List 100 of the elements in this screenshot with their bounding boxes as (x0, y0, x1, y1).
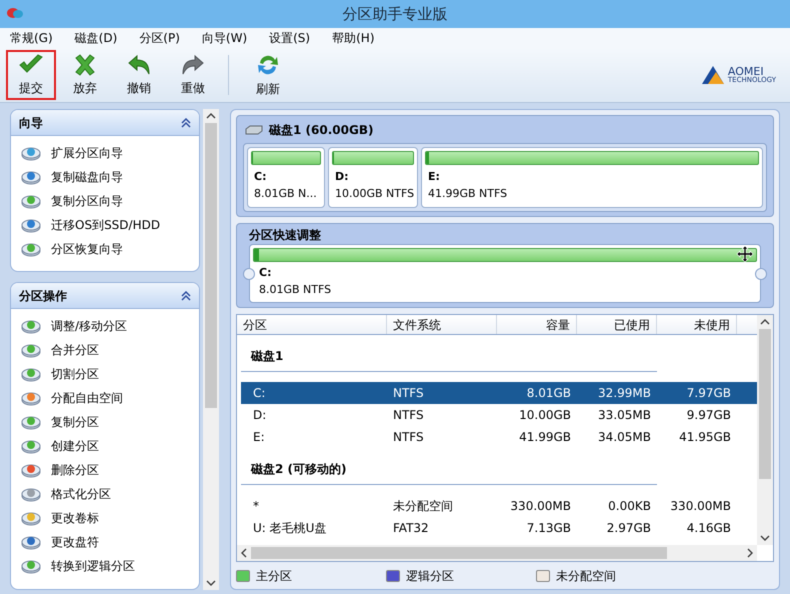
table-cell-text: 32.99MB (597, 385, 652, 402)
table-row[interactable]: E: NTFS 41.99GB 34.05MB 41.95GB (241, 426, 757, 448)
partition-info: 8.01GB NTFS (258, 282, 332, 298)
partition-block[interactable]: C: 8.01GB NTFS (249, 244, 761, 303)
disk-icon (21, 169, 41, 185)
partition-letter: E: (427, 169, 441, 185)
section-header[interactable]: 向导 (11, 110, 199, 136)
disk-icon (21, 534, 41, 550)
partition-info: 10.00GB NTFS (334, 186, 414, 202)
sidebar-item[interactable]: 更改卷标 (11, 506, 199, 530)
column-header[interactable]: 已使用 (577, 315, 657, 334)
group-title: 磁盘2 (可移动的) (241, 448, 657, 485)
column-header[interactable]: 分区 (237, 315, 387, 334)
table-cell-text: 41.99GB (518, 429, 572, 446)
sidebar-item[interactable]: 调整/移动分区 (11, 314, 199, 338)
table-cell-text: 0.00KB (607, 498, 652, 515)
scroll-down-icon (760, 534, 770, 542)
partition-letter: C: (258, 265, 272, 281)
table-row[interactable]: C: NTFS 8.01GB 32.99MB 7.97GB (241, 382, 757, 404)
table-cell-text: 7.97GB (686, 385, 732, 402)
table-cell-text: 330.00MB (509, 498, 572, 515)
logo-icon (700, 64, 726, 86)
sidebar-item[interactable]: 复制分区 (11, 410, 199, 434)
column-header[interactable]: 未使用 (657, 315, 737, 334)
menu-item[interactable]: 设置(S) (265, 29, 314, 47)
sidebar-item[interactable]: 合并分区 (11, 338, 199, 362)
table-cell-text: NTFS (392, 385, 425, 402)
partition-block[interactable]: D: 10.00GB NTFS (328, 147, 418, 208)
table-cell-text: 4.16GB (686, 520, 732, 537)
sidebar-item[interactable]: 分区恢复向导 (11, 237, 199, 261)
scroll-down-icon (206, 579, 216, 587)
table-cell-text: 9.97GB (686, 407, 732, 424)
toolbar-button[interactable]: 重做 (168, 50, 218, 100)
table-cell-text: D: (252, 407, 268, 424)
undo-arrow-icon (127, 54, 151, 76)
sidebar-item[interactable]: 扩展分区向导 (11, 141, 199, 165)
table-cell-text: 8.01GB (526, 385, 572, 402)
table-cell-text: C: (252, 385, 266, 402)
redo-arrow-icon (181, 54, 205, 76)
column-header[interactable]: 容量 (497, 315, 577, 334)
panel-title: 分区快速调整 (248, 228, 322, 242)
scrollbar[interactable] (757, 315, 773, 545)
disk-icon (21, 193, 41, 209)
table-cell-text: 41.95GB (678, 429, 732, 446)
column-header[interactable]: 文件系统 (387, 315, 497, 334)
disk-icon (21, 318, 41, 334)
toolbar-button[interactable]: 提交 (6, 50, 56, 100)
move-cursor-icon (736, 245, 754, 263)
menu-item[interactable]: 磁盘(D) (70, 29, 122, 47)
toolbar-button[interactable]: 刷新 (243, 50, 293, 100)
disk-icon (21, 510, 41, 526)
table-row[interactable]: D: NTFS 10.00GB 33.05MB 9.97GB (241, 404, 757, 426)
disk-title: 磁盘1 (60.00GB) (269, 122, 374, 139)
legend-label: 逻辑分区 (406, 568, 454, 585)
sidebar-item[interactable]: 迁移OS到SSD/HDD (11, 213, 199, 237)
scrollbar[interactable] (237, 545, 757, 561)
table-row[interactable]: U: 老毛桃U盘 FAT32 7.13GB 2.97GB 4.16GB (241, 517, 757, 539)
table-cell-text: 34.05MB (597, 429, 652, 446)
resize-handle[interactable] (243, 268, 255, 280)
partition-block[interactable]: C: 8.01GB N... (247, 147, 325, 208)
hard-drive-icon (245, 125, 263, 135)
table-row[interactable]: * 未分配空间 330.00MB 0.00KB 330.00MB (241, 495, 757, 517)
section-header[interactable]: 分区操作 (11, 283, 199, 309)
toolbar-button[interactable]: 撤销 (114, 50, 164, 100)
table-cell-text: 2.97GB (606, 520, 652, 537)
window-title: 分区助手专业版 (342, 4, 448, 25)
logo-name: AOMEI (728, 66, 764, 77)
sidebar-item[interactable]: 转换到逻辑分区 (11, 554, 199, 578)
sidebar-item[interactable]: 删除分区 (11, 458, 199, 482)
table-cell-text: 330.00MB (669, 498, 732, 515)
menu-item[interactable]: 帮助(H) (328, 29, 378, 47)
sidebar-item[interactable]: 格式化分区 (11, 482, 199, 506)
sidebar-item[interactable]: 切割分区 (11, 362, 199, 386)
sidebar-item[interactable]: 更改盘符 (11, 530, 199, 554)
partition-block[interactable]: E: 41.99GB NTFS (421, 147, 763, 208)
toolbar-button[interactable]: 放弃 (60, 50, 110, 100)
sidebar-item[interactable]: 复制磁盘向导 (11, 165, 199, 189)
disk-icon (21, 241, 41, 257)
sidebar-item[interactable]: 创建分区 (11, 434, 199, 458)
disk-icon (21, 462, 41, 478)
menu-item[interactable]: 分区(P) (135, 29, 184, 47)
partition-letter: C: (253, 169, 268, 185)
disk-icon (21, 438, 41, 454)
menu-item[interactable]: 向导(W) (198, 29, 252, 47)
sidebar-item[interactable]: 复制分区向导 (11, 189, 199, 213)
scrollbar[interactable] (203, 109, 219, 590)
table-cell-text: 7.13GB (526, 520, 572, 537)
menu-item[interactable]: 常规(G) (6, 29, 57, 47)
disk-icon (21, 414, 41, 430)
scroll-up-icon (206, 112, 216, 120)
app-icon (6, 6, 24, 20)
scroll-left-icon (240, 548, 248, 558)
check-icon (18, 54, 44, 76)
scroll-right-icon (746, 548, 754, 558)
sidebar-item[interactable]: 分配自由空间 (11, 386, 199, 410)
disk-icon (21, 342, 41, 358)
partition-letter: D: (334, 169, 350, 185)
table-cell-text: NTFS (392, 407, 425, 424)
disk-icon (21, 145, 41, 161)
group-title: 磁盘1 (241, 335, 657, 372)
